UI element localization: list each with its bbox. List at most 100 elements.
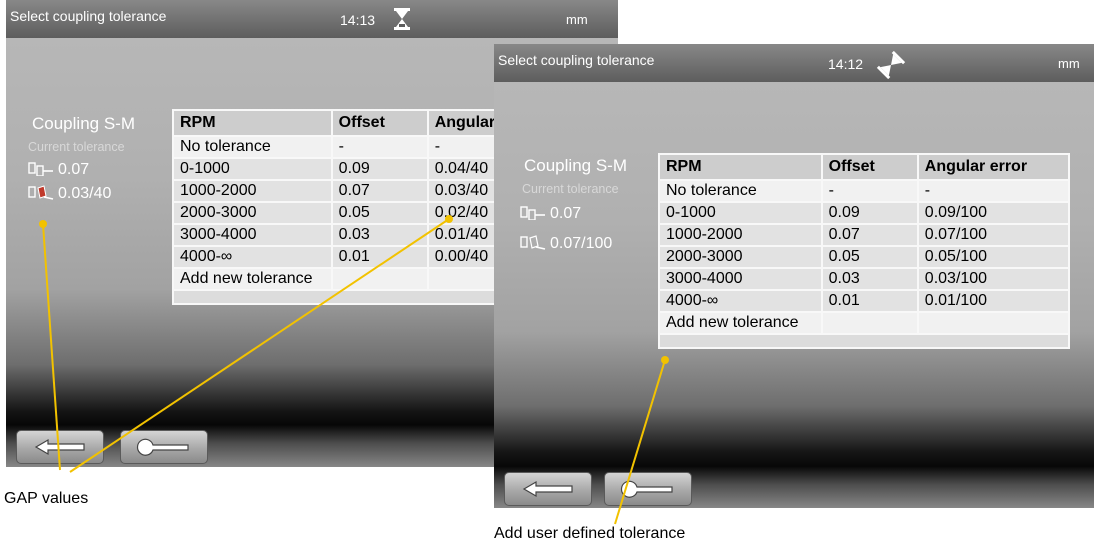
table-row[interactable]: 1000-2000 0.07 0.03/40 (172, 179, 498, 203)
offset-cell: 0.07 (330, 179, 429, 203)
clock: 14:13 (340, 12, 376, 28)
table-row[interactable]: 0-1000 0.09 0.09/100 (658, 201, 1071, 225)
offset-cell: 0.01 (330, 245, 429, 269)
offset-cell: - (820, 179, 919, 203)
coupling-name: Coupling S-M (524, 156, 627, 175)
unit-label: mm (566, 12, 588, 27)
current-offset: 0.07 (520, 204, 581, 223)
wrench-icon (620, 480, 673, 498)
angular-cell: 0.01/100 (916, 289, 1071, 313)
rpm-cell: 3000-4000 (172, 223, 333, 247)
current-tolerance-label: Current tolerance (522, 182, 619, 196)
add-tolerance-label: Add new tolerance (658, 311, 823, 335)
table-footer-strip (658, 333, 1070, 349)
offset-cell: 0.09 (820, 201, 919, 225)
screen-title: Select coupling tolerance (10, 8, 167, 24)
rpm-cell: No tolerance (658, 179, 823, 203)
screen-title: Select coupling tolerance (498, 52, 655, 68)
offset-coupling-icon (28, 162, 53, 177)
angular-cell: 0.07/100 (916, 223, 1071, 247)
wrench-icon (136, 438, 189, 456)
angular-value: 0.07/100 (550, 235, 613, 252)
offset-coupling-icon (520, 206, 545, 221)
add-tolerance-row[interactable]: Add new tolerance (172, 267, 498, 291)
empty-cell (820, 311, 919, 335)
unit-label: mm (1058, 56, 1080, 71)
current-tolerance-label: Current tolerance (28, 140, 125, 154)
current-angular: 0.03/40 (28, 184, 111, 203)
back-arrow-icon (522, 480, 573, 498)
table-row[interactable]: 3000-4000 0.03 0.03/100 (658, 267, 1071, 291)
offset-cell: 0.09 (330, 157, 429, 181)
column-header-offset: Offset (820, 153, 919, 181)
current-offset: 0.07 (28, 160, 89, 179)
rpm-cell: 2000-3000 (658, 245, 823, 269)
table-row[interactable]: 4000-∞ 0.01 0.01/100 (658, 289, 1071, 313)
angular-cell: 0.00/40 (426, 245, 498, 269)
table-footer-strip (172, 289, 498, 305)
empty-cell (426, 267, 498, 291)
rpm-cell: No tolerance (172, 135, 333, 159)
table-row[interactable]: 3000-4000 0.03 0.01/40 (172, 223, 498, 247)
add-tolerance-label: Add new tolerance (172, 267, 333, 291)
hourglass-icon (394, 8, 410, 33)
offset-value: 0.07 (58, 161, 90, 178)
wrench-button[interactable] (120, 430, 208, 464)
tolerance-table-container: RPM Offset Angular error No tolerance - … (172, 109, 498, 341)
angular-value: 0.03/40 (58, 185, 112, 202)
angular-cell: - (916, 179, 1071, 203)
angular-cell: 0.04/40 (426, 157, 498, 181)
rpm-cell: 1000-2000 (172, 179, 333, 203)
column-header-offset: Offset (330, 109, 429, 137)
gap-values-caption: GAP values (4, 490, 89, 507)
coupling-name: Coupling S-M (32, 114, 135, 133)
angular-cell: 0.02/40 (426, 201, 498, 225)
angular-cell: 0.09/100 (916, 201, 1071, 225)
angular-coupling-icon (520, 235, 546, 250)
offset-cell: 0.01 (820, 289, 919, 313)
angular-cell: 0.03/100 (916, 267, 1071, 291)
add-tolerance-row[interactable]: Add new tolerance (658, 311, 1071, 335)
offset-cell: 0.05 (820, 245, 919, 269)
offset-cell: 0.03 (330, 223, 429, 247)
column-header-angular: Angular error (916, 153, 1071, 181)
rpm-cell: 3000-4000 (658, 267, 823, 291)
hourglass-tilted-icon (876, 50, 906, 83)
rpm-cell: 1000-2000 (658, 223, 823, 247)
wrench-button[interactable] (604, 472, 692, 506)
title-bar: Select coupling tolerance 14:12 mm (494, 44, 1094, 82)
angular-cell: - (426, 135, 498, 159)
table-row[interactable]: No tolerance - - (658, 179, 1071, 203)
current-angular: 0.07/100 (520, 234, 612, 253)
offset-cell: 0.03 (820, 267, 919, 291)
table-row[interactable]: 1000-2000 0.07 0.07/100 (658, 223, 1071, 247)
column-header-rpm: RPM (172, 109, 333, 137)
table-row[interactable]: 2000-3000 0.05 0.02/40 (172, 201, 498, 225)
right-screen: Select coupling tolerance 14:12 mm Coupl… (494, 44, 1094, 508)
clock: 14:12 (828, 56, 864, 72)
rpm-cell: 4000-∞ (172, 245, 333, 269)
rpm-cell: 0-1000 (658, 201, 823, 225)
angular-cell: 0.05/100 (916, 245, 1071, 269)
empty-cell (330, 267, 429, 291)
offset-value: 0.07 (550, 205, 582, 222)
back-button[interactable] (16, 430, 104, 464)
table-row[interactable]: No tolerance - - (172, 135, 498, 159)
table-row[interactable]: 0-1000 0.09 0.04/40 (172, 157, 498, 181)
column-header-angular: Angular error (426, 109, 498, 137)
back-button[interactable] (504, 472, 592, 506)
offset-cell: 0.05 (330, 201, 429, 225)
offset-cell: - (330, 135, 429, 159)
rpm-cell: 2000-3000 (172, 201, 333, 225)
tolerance-table: RPM Offset Angular error No tolerance - … (658, 153, 1071, 349)
title-bar: Select coupling tolerance 14:13 mm (6, 0, 618, 38)
table-row[interactable]: 2000-3000 0.05 0.05/100 (658, 245, 1071, 269)
angular-coupling-icon (28, 185, 54, 200)
angular-cell: 0.01/40 (426, 223, 498, 247)
add-user-tolerance-caption: Add user defined tolerance (494, 525, 686, 542)
column-header-rpm: RPM (658, 153, 823, 181)
angular-cell: 0.03/40 (426, 179, 498, 203)
table-row[interactable]: 4000-∞ 0.01 0.00/40 (172, 245, 498, 269)
rpm-cell: 4000-∞ (658, 289, 823, 313)
offset-cell: 0.07 (820, 223, 919, 247)
